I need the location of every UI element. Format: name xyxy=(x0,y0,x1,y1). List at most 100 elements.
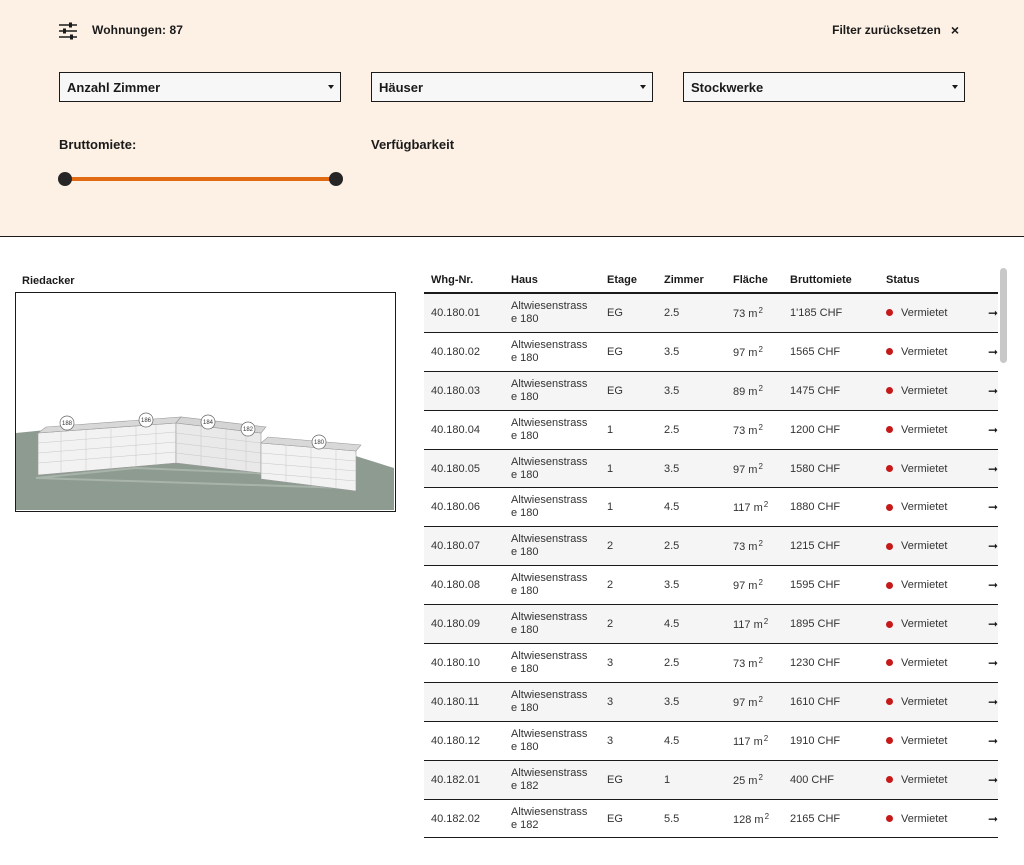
scrollbar-thumb[interactable] xyxy=(1000,268,1007,363)
cell-house: Altwiesenstrass e 182 xyxy=(504,767,600,793)
cell-house: Altwiesenstrass e 180 xyxy=(504,300,600,326)
cell-area-value: 73 m xyxy=(733,307,758,320)
cell-house-line1: Altwiesenstrass xyxy=(511,494,588,507)
status-dot-icon xyxy=(886,503,893,511)
cell-status-label: Vermietet xyxy=(901,501,948,514)
cell-house-line2: e 180 xyxy=(511,429,539,442)
cell-area: 73 m2 xyxy=(726,539,783,553)
arrow-right-icon[interactable]: ➞ xyxy=(978,423,998,437)
cell-area-unit-exponent: 2 xyxy=(763,733,769,743)
table-row[interactable]: 40.180.10 Altwiesenstrass e 180 3 2.5 73 m2 12… xyxy=(424,644,998,683)
cell-house: Altwiesenstrass e 180 xyxy=(504,378,600,404)
floors-select[interactable]: Stockwerke xyxy=(683,72,965,102)
cell-status: Vermietet xyxy=(879,657,978,669)
arrow-right-icon[interactable]: ➞ xyxy=(978,656,998,670)
cell-status: Vermietet xyxy=(879,540,978,552)
arrow-right-icon[interactable]: ➞ xyxy=(978,695,998,709)
houses-select[interactable]: Häuser xyxy=(371,72,653,102)
cell-house: Altwiesenstrass e 180 xyxy=(504,456,600,482)
building-3d-map[interactable]: 188 186 184 182 180 xyxy=(15,292,396,512)
arrow-right-icon[interactable]: ➞ xyxy=(978,617,998,631)
cell-area-value: 89 m xyxy=(733,385,758,398)
cell-gross-rent: 400 CHF xyxy=(790,773,835,786)
cell-apartment-number: 40.180.02 xyxy=(431,345,480,358)
cell-area-unit-exponent: 2 xyxy=(758,383,763,393)
rent-range-max-handle[interactable] xyxy=(329,172,343,186)
cell-area: 97 m2 xyxy=(726,345,783,359)
cell-gross-rent: 1580 CHF xyxy=(790,462,841,475)
arrow-right-icon[interactable]: ➞ xyxy=(978,773,998,787)
cell-gross-rent: 1565 CHF xyxy=(790,345,841,358)
status-dot-icon xyxy=(886,815,893,823)
table-row[interactable]: 40.182.02 Altwiesenstrass e 182 EG 5.5 128 m2… xyxy=(424,799,998,839)
arrow-right-icon[interactable]: ➞ xyxy=(978,306,998,320)
table-row[interactable]: 40.180.11 Altwiesenstrass e 180 3 3.5 97 m2 16… xyxy=(424,682,998,722)
cell-status: Vermietet xyxy=(879,618,978,630)
cell-area-unit-exponent: 2 xyxy=(758,344,763,354)
cell-gross-rent: 1215 CHF xyxy=(790,540,841,553)
cell-house-line2: e 180 xyxy=(511,390,539,403)
house-marker-label: 180 xyxy=(314,440,325,446)
cell-house-line1: Altwiesenstrass xyxy=(511,572,588,585)
arrow-right-icon[interactable]: ➞ xyxy=(978,462,998,476)
status-dot-icon xyxy=(886,737,893,745)
chevron-down-icon xyxy=(328,85,334,89)
table-row[interactable]: 40.180.06 Altwiesenstrass e 180 1 4.5 117 m2 1… xyxy=(424,488,998,528)
header-status[interactable]: Status xyxy=(879,274,978,286)
table-scrollbar[interactable] xyxy=(1000,268,1007,865)
cell-apartment-number: 40.180.03 xyxy=(431,384,480,397)
cell-house-line1: Altwiesenstrass xyxy=(511,338,588,351)
reset-filters-button[interactable]: Filter zurücksetzen × xyxy=(832,23,959,37)
cell-apartment-number: 40.180.09 xyxy=(431,618,480,631)
cell-area-value: 117 m xyxy=(733,735,763,748)
cell-gross-rent: 1475 CHF xyxy=(790,384,841,397)
table-row[interactable]: 40.180.08 Altwiesenstrass e 180 2 3.5 97 m2 15… xyxy=(424,566,998,606)
cell-area-unit-exponent: 2 xyxy=(758,772,763,782)
cell-apartment-number: 40.180.08 xyxy=(431,579,480,592)
status-dot-icon xyxy=(886,776,893,784)
cell-rooms: 2.5 xyxy=(664,656,680,669)
floors-select-value: Stockwerke xyxy=(691,79,764,95)
arrow-right-icon[interactable]: ➞ xyxy=(978,345,998,359)
filter-sliders-icon[interactable] xyxy=(58,21,78,41)
arrow-right-icon[interactable]: ➞ xyxy=(978,500,998,514)
apartment-count: Wohnungen: 87 xyxy=(92,23,184,37)
table-header: Whg-Nr. Haus Etage Zimmer Fläche Bruttom… xyxy=(424,268,998,294)
table-row[interactable]: 40.180.04 Altwiesenstrass e 180 1 2.5 73 m2 12… xyxy=(424,410,998,450)
cell-rooms: 3.5 xyxy=(664,462,680,475)
arrow-right-icon[interactable]: ➞ xyxy=(978,539,998,553)
status-dot-icon xyxy=(886,542,893,550)
table-row[interactable]: 40.180.03 Altwiesenstrass e 180 EG 3.5 89 m2 1… xyxy=(424,371,998,411)
arrow-right-icon[interactable]: ➞ xyxy=(978,734,998,748)
table-row[interactable]: 40.180.02 Altwiesenstrass e 180 EG 3.5 97 m2 1… xyxy=(424,332,998,372)
cell-house: Altwiesenstrass e 180 xyxy=(504,689,600,715)
cell-house-line1: Altwiesenstrass xyxy=(511,649,588,662)
cell-apartment-number: 40.180.06 xyxy=(431,501,480,514)
cell-area: 128 m2 xyxy=(726,812,783,826)
header-gross-rent[interactable]: Bruttomiete xyxy=(783,274,879,286)
table-row[interactable]: 40.180.07 Altwiesenstrass e 180 2 2.5 73 m2 12… xyxy=(424,527,998,567)
gross-rent-label: Bruttomiete: xyxy=(59,137,137,152)
cell-rooms: 2.5 xyxy=(664,540,680,553)
rent-range-track[interactable] xyxy=(65,177,336,181)
rent-range-min-handle[interactable] xyxy=(58,172,72,186)
rooms-select[interactable]: Anzahl Zimmer xyxy=(59,72,341,102)
cell-house-line1: Altwiesenstrass xyxy=(511,611,588,624)
arrow-right-icon[interactable]: ➞ xyxy=(978,384,998,398)
arrow-right-icon[interactable]: ➞ xyxy=(978,812,998,826)
cell-status: Vermietet xyxy=(879,463,978,475)
header-rooms[interactable]: Zimmer xyxy=(657,274,726,286)
header-area[interactable]: Fläche xyxy=(726,274,783,286)
arrow-right-icon[interactable]: ➞ xyxy=(978,578,998,592)
table-row[interactable]: 40.180.05 Altwiesenstrass e 180 1 3.5 97 m2 15… xyxy=(424,449,998,489)
table-row[interactable]: 40.180.09 Altwiesenstrass e 180 2 4.5 117 m2 1… xyxy=(424,605,998,645)
cell-floor: 1 xyxy=(607,501,614,514)
cell-status-label: Vermietet xyxy=(901,423,948,436)
header-floor[interactable]: Etage xyxy=(600,274,657,286)
table-row[interactable]: 40.180.01 Altwiesenstrass e 180 EG 2.5 73 m2 1… xyxy=(424,294,998,333)
cell-gross-rent: 2165 CHF xyxy=(790,812,841,825)
header-apartment-number[interactable]: Whg-Nr. xyxy=(424,274,504,286)
table-row[interactable]: 40.182.01 Altwiesenstrass e 182 EG 1 25 m2 400… xyxy=(424,760,998,800)
header-house[interactable]: Haus xyxy=(504,274,600,286)
table-row[interactable]: 40.180.12 Altwiesenstrass e 180 3 4.5 117 m2 1… xyxy=(424,721,998,761)
